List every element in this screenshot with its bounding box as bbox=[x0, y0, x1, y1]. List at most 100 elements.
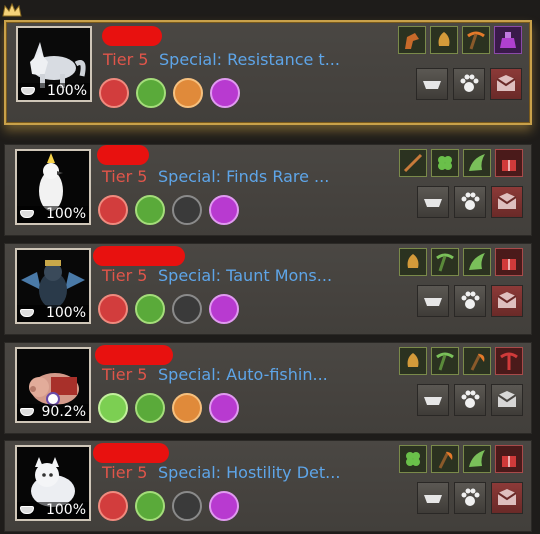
wing-icon[interactable] bbox=[463, 445, 491, 473]
clover-icon[interactable] bbox=[399, 445, 427, 473]
skill-icon[interactable] bbox=[98, 393, 128, 423]
hunger-level: 90.2% bbox=[17, 404, 89, 421]
feed-button[interactable] bbox=[417, 186, 449, 218]
skill-icon[interactable] bbox=[98, 491, 128, 521]
skill-icon[interactable] bbox=[136, 78, 166, 108]
pet-portrait[interactable]: 100% bbox=[15, 149, 91, 225]
name-redaction bbox=[93, 443, 169, 463]
unseal-button[interactable] bbox=[491, 482, 523, 514]
feed-button[interactable] bbox=[417, 285, 449, 317]
pet-card-5[interactable]: 100% Tier 5 Special: Hostility Det... bbox=[4, 440, 532, 532]
food-bowl-icon bbox=[20, 506, 34, 514]
rod-icon[interactable] bbox=[399, 149, 427, 177]
unseal-button[interactable] bbox=[491, 186, 523, 218]
pet-tier: Tier 5 bbox=[102, 266, 148, 285]
trait-list bbox=[399, 347, 523, 375]
pet-card-1[interactable]: 100% Tier 5 Special: Resistance t... bbox=[4, 20, 532, 125]
pickaxe-icon[interactable] bbox=[495, 347, 523, 375]
skill-icon[interactable] bbox=[172, 195, 202, 225]
gift-icon[interactable] bbox=[495, 248, 523, 276]
trait-list bbox=[399, 445, 523, 473]
gift-icon[interactable] bbox=[495, 445, 523, 473]
gift-icon[interactable] bbox=[495, 149, 523, 177]
pet-card-2[interactable]: 100% Tier 5 Special: Finds Rare ... bbox=[4, 144, 532, 236]
skill-icon[interactable] bbox=[172, 393, 202, 423]
clover-icon[interactable] bbox=[431, 149, 459, 177]
hunger-level: 100% bbox=[17, 206, 89, 223]
pet-actions bbox=[417, 384, 523, 416]
hunger-value: 100% bbox=[45, 206, 86, 222]
unseal-button[interactable] bbox=[491, 384, 523, 416]
pick-icon[interactable] bbox=[431, 248, 459, 276]
skill-icon[interactable] bbox=[135, 294, 165, 324]
skill-list bbox=[98, 195, 239, 225]
pet-card-3[interactable]: 100% Tier 5 Special: Taunt Mons... bbox=[4, 243, 532, 335]
skill-icon[interactable] bbox=[172, 294, 202, 324]
pet-actions bbox=[417, 186, 523, 218]
name-redaction bbox=[102, 26, 162, 46]
feed-button[interactable] bbox=[417, 482, 449, 514]
pet-tier: Tier 5 bbox=[103, 50, 149, 69]
pet-tier: Tier 5 bbox=[102, 463, 148, 482]
pet-special: Special: Taunt Mons... bbox=[158, 266, 333, 285]
pet-actions bbox=[417, 482, 523, 514]
pet-command-button[interactable] bbox=[454, 482, 486, 514]
pet-special: Special: Resistance t... bbox=[159, 50, 340, 69]
potion-icon[interactable] bbox=[494, 26, 522, 54]
feed-button[interactable] bbox=[417, 384, 449, 416]
skill-icon[interactable] bbox=[135, 393, 165, 423]
skill-list bbox=[98, 491, 239, 521]
pet-special: Special: Hostility Det... bbox=[158, 463, 341, 482]
food-bowl-icon bbox=[20, 309, 34, 317]
bell-icon[interactable] bbox=[399, 347, 427, 375]
skill-icon[interactable] bbox=[210, 78, 240, 108]
skill-list bbox=[98, 294, 239, 324]
skill-icon[interactable] bbox=[209, 195, 239, 225]
axe-icon[interactable] bbox=[431, 445, 459, 473]
skill-icon[interactable] bbox=[209, 294, 239, 324]
pet-card-4[interactable]: 90.2% Tier 5 Special: Auto-fishin... bbox=[4, 342, 532, 434]
hunger-level: 100% bbox=[17, 305, 89, 322]
pet-command-button[interactable] bbox=[453, 68, 485, 100]
wing-icon[interactable] bbox=[463, 248, 491, 276]
pet-portrait[interactable]: 100% bbox=[15, 248, 91, 324]
skill-icon[interactable] bbox=[209, 393, 239, 423]
crown-icon bbox=[2, 2, 22, 17]
skill-icon[interactable] bbox=[172, 491, 202, 521]
pick-icon[interactable] bbox=[431, 347, 459, 375]
food-bowl-icon bbox=[20, 210, 34, 218]
pick-icon[interactable] bbox=[462, 26, 490, 54]
unseal-button[interactable] bbox=[491, 285, 523, 317]
pet-tier: Tier 5 bbox=[102, 167, 148, 186]
unseal-button[interactable] bbox=[490, 68, 522, 100]
horse-icon[interactable] bbox=[398, 26, 426, 54]
pet-command-button[interactable] bbox=[454, 285, 486, 317]
skill-icon[interactable] bbox=[135, 195, 165, 225]
bell-icon[interactable] bbox=[399, 248, 427, 276]
pet-actions bbox=[417, 285, 523, 317]
name-redaction bbox=[93, 246, 185, 266]
skill-icon[interactable] bbox=[99, 78, 129, 108]
skill-icon[interactable] bbox=[98, 294, 128, 324]
pet-portrait[interactable]: 100% bbox=[15, 445, 91, 521]
hunger-value: 100% bbox=[46, 83, 87, 99]
pet-portrait[interactable]: 100% bbox=[16, 26, 92, 102]
skill-icon[interactable] bbox=[173, 78, 203, 108]
feed-button[interactable] bbox=[416, 68, 448, 100]
skill-icon[interactable] bbox=[98, 195, 128, 225]
bell-icon[interactable] bbox=[430, 26, 458, 54]
skill-list bbox=[98, 393, 239, 423]
hunger-value: 90.2% bbox=[41, 404, 86, 420]
trait-list bbox=[399, 248, 523, 276]
wing-icon[interactable] bbox=[463, 149, 491, 177]
pet-command-button[interactable] bbox=[454, 384, 486, 416]
axe-icon[interactable] bbox=[463, 347, 491, 375]
skill-icon[interactable] bbox=[209, 491, 239, 521]
trait-list bbox=[398, 26, 522, 54]
pet-portrait[interactable]: 90.2% bbox=[15, 347, 91, 423]
name-redaction bbox=[97, 145, 149, 165]
skill-list bbox=[99, 78, 240, 108]
skill-icon[interactable] bbox=[135, 491, 165, 521]
hunger-value: 100% bbox=[45, 502, 86, 518]
pet-command-button[interactable] bbox=[454, 186, 486, 218]
